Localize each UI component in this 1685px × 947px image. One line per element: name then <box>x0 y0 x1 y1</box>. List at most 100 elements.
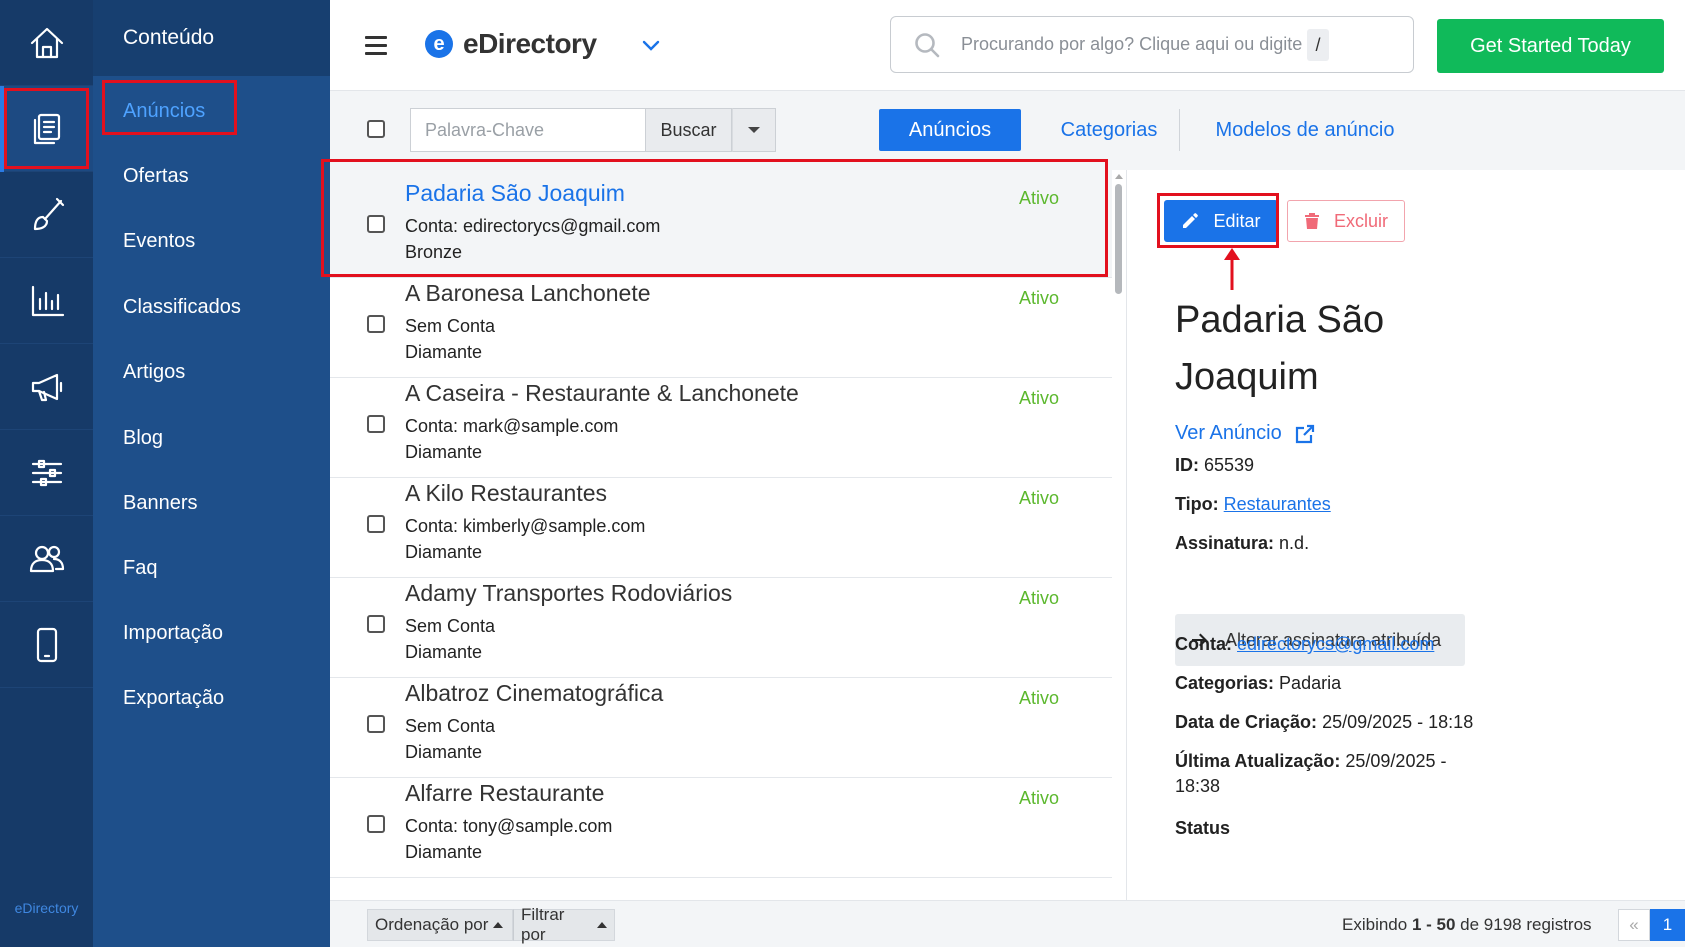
tab-modelos-de-anuncio[interactable]: Modelos de anúncio <box>1200 109 1410 151</box>
view-listing-link[interactable]: Ver Anúncio <box>1175 422 1316 445</box>
edit-button-label: Editar <box>1213 210 1261 231</box>
field-subscription-value: n.d. <box>1279 533 1310 553</box>
rail-settings[interactable] <box>0 430 93 516</box>
listing-account: Sem Conta <box>405 316 496 336</box>
row-checkbox[interactable] <box>367 715 385 733</box>
scrollbar-thumb[interactable] <box>1115 184 1122 294</box>
status-badge: Ativo <box>1019 688 1060 708</box>
pencil-icon <box>1183 213 1199 228</box>
brand-logo[interactable]: e eDirectory <box>425 28 597 60</box>
rail-home[interactable] <box>0 0 93 86</box>
listing-account: Sem Conta <box>405 616 496 636</box>
listing-list: Padaria São Joaquim Conta: edirectorycs@… <box>330 170 1112 900</box>
menu-item-artigos[interactable]: Artigos <box>123 361 185 384</box>
listing-row[interactable]: A Caseira - Restaurante & Lanchonete Con… <box>330 370 1112 478</box>
listing-level: Diamante <box>405 442 483 462</box>
listing-row[interactable]: A Kilo Restaurantes Conta: kimberly@samp… <box>330 470 1112 578</box>
hamburger-menu-icon[interactable] <box>365 36 387 60</box>
menu-item-faq[interactable]: Faq <box>123 557 157 580</box>
content-icon <box>33 113 60 144</box>
type-link[interactable]: Restaurantes <box>1224 494 1331 514</box>
brush-icon <box>33 197 64 230</box>
delete-button[interactable]: Excluir <box>1287 200 1405 242</box>
filter-label: Filtrar por <box>521 905 565 944</box>
edit-button[interactable]: Editar <box>1164 200 1278 242</box>
brand-logo-mark: e <box>425 30 453 58</box>
sliders-icon <box>31 459 62 486</box>
listing-level: Diamante <box>405 842 483 862</box>
trash-icon <box>1304 213 1319 229</box>
field-type-label: Tipo: <box>1175 494 1219 514</box>
field-id: ID: 65539 <box>1175 455 1254 476</box>
list-scrollbar[interactable] <box>1112 170 1126 900</box>
menu-item-blog[interactable]: Blog <box>123 427 163 450</box>
listing-row[interactable]: Padaria São Joaquim Conta: edirectorycs@… <box>330 170 1112 278</box>
menu-item-eventos[interactable]: Eventos <box>123 230 195 253</box>
rail-promotion[interactable] <box>0 344 93 430</box>
get-started-button[interactable]: Get Started Today <box>1437 19 1664 73</box>
scroll-up-icon[interactable] <box>1115 174 1123 179</box>
rail-mobile[interactable] <box>0 602 93 688</box>
listing-level: Diamante <box>405 642 483 662</box>
active-indicator <box>0 86 4 172</box>
section-menu: Conteúdo Anúncios Ofertas Eventos Classi… <box>93 0 330 947</box>
tab-anuncios[interactable]: Anúncios <box>879 109 1021 151</box>
listing-row[interactable]: A Baronesa Lanchonete Sem Conta Diamante… <box>330 270 1112 378</box>
sort-button[interactable]: Ordenação por <box>367 909 513 941</box>
field-updated-value: 25/09/2025 - <box>1345 751 1447 771</box>
account-link[interactable]: edirectorycs@gmail.com <box>1237 634 1434 654</box>
rail-reports[interactable] <box>0 258 93 344</box>
listing-row[interactable]: Albatroz Cinematográfica Sem Conta Diama… <box>330 670 1112 778</box>
search-icon <box>915 32 940 57</box>
listing-title: A Baronesa Lanchonete <box>405 280 651 306</box>
status-badge: Ativo <box>1019 388 1060 408</box>
chevron-down-icon[interactable] <box>640 34 662 56</box>
field-type: Tipo: Restaurantes <box>1175 494 1331 515</box>
status-badge: Ativo <box>1019 488 1060 508</box>
chart-icon <box>31 285 64 316</box>
global-search-input[interactable]: Procurando por algo? Clique aqui ou digi… <box>890 16 1414 73</box>
menu-item-importacao[interactable]: Importação <box>123 622 223 645</box>
status-label: Status <box>1175 818 1231 838</box>
field-created: Data de Criação: 25/09/2025 - 18:18 <box>1175 712 1473 733</box>
row-checkbox[interactable] <box>367 815 385 833</box>
field-updated: Última Atualização: 25/09/2025 - <box>1175 751 1446 772</box>
listing-level: Diamante <box>405 342 483 362</box>
row-checkbox[interactable] <box>367 415 385 433</box>
pagination-page-1[interactable]: 1 <box>1650 909 1685 941</box>
menu-item-ofertas[interactable]: Ofertas <box>123 165 189 188</box>
listing-detail-title: Padaria São Joaquim <box>1175 299 1385 398</box>
field-subscription: Assinatura: n.d. <box>1175 533 1309 554</box>
mobile-icon <box>36 627 57 662</box>
listing-account: Conta: kimberly@sample.com <box>405 516 646 536</box>
row-checkbox[interactable] <box>367 615 385 633</box>
search-button[interactable]: Buscar <box>646 108 732 152</box>
rail-content[interactable] <box>0 86 93 172</box>
menu-item-anuncios[interactable]: Anúncios <box>123 100 205 123</box>
field-id-label: ID: <box>1175 455 1199 475</box>
field-account: Conta: edirectorycs@gmail.com <box>1175 634 1434 655</box>
menu-item-classificados[interactable]: Classificados <box>123 296 241 319</box>
listing-row[interactable]: Adamy Transportes Rodoviários Sem Conta … <box>330 570 1112 678</box>
listing-account: Sem Conta <box>405 716 496 736</box>
rail-design[interactable] <box>0 172 93 258</box>
row-checkbox[interactable] <box>367 215 385 233</box>
select-all-checkbox[interactable] <box>367 120 385 138</box>
view-listing-label: Ver Anúncio <box>1175 422 1282 444</box>
listing-level: Diamante <box>405 742 483 762</box>
menu-item-exportacao[interactable]: Exportação <box>123 687 224 710</box>
rail-users[interactable] <box>0 516 93 602</box>
listing-row[interactable]: Alfarre Restaurante Conta: tony@sample.c… <box>330 770 1112 878</box>
filter-button[interactable]: Filtrar por <box>513 905 615 944</box>
list-toolbar: Buscar Anúncios Categorias Modelos de an… <box>330 91 1685 170</box>
pagination-prev-button[interactable]: « <box>1618 909 1650 941</box>
row-checkbox[interactable] <box>367 315 385 333</box>
tab-categorias[interactable]: Categorias <box>1044 109 1174 151</box>
status-badge: Ativo <box>1019 588 1060 608</box>
row-checkbox[interactable] <box>367 515 385 533</box>
keyword-input[interactable] <box>410 108 646 152</box>
megaphone-icon <box>31 373 62 401</box>
search-options-dropdown[interactable] <box>732 108 776 152</box>
menu-item-banners[interactable]: Banners <box>123 492 198 515</box>
field-status-label: Status <box>1175 818 1230 839</box>
